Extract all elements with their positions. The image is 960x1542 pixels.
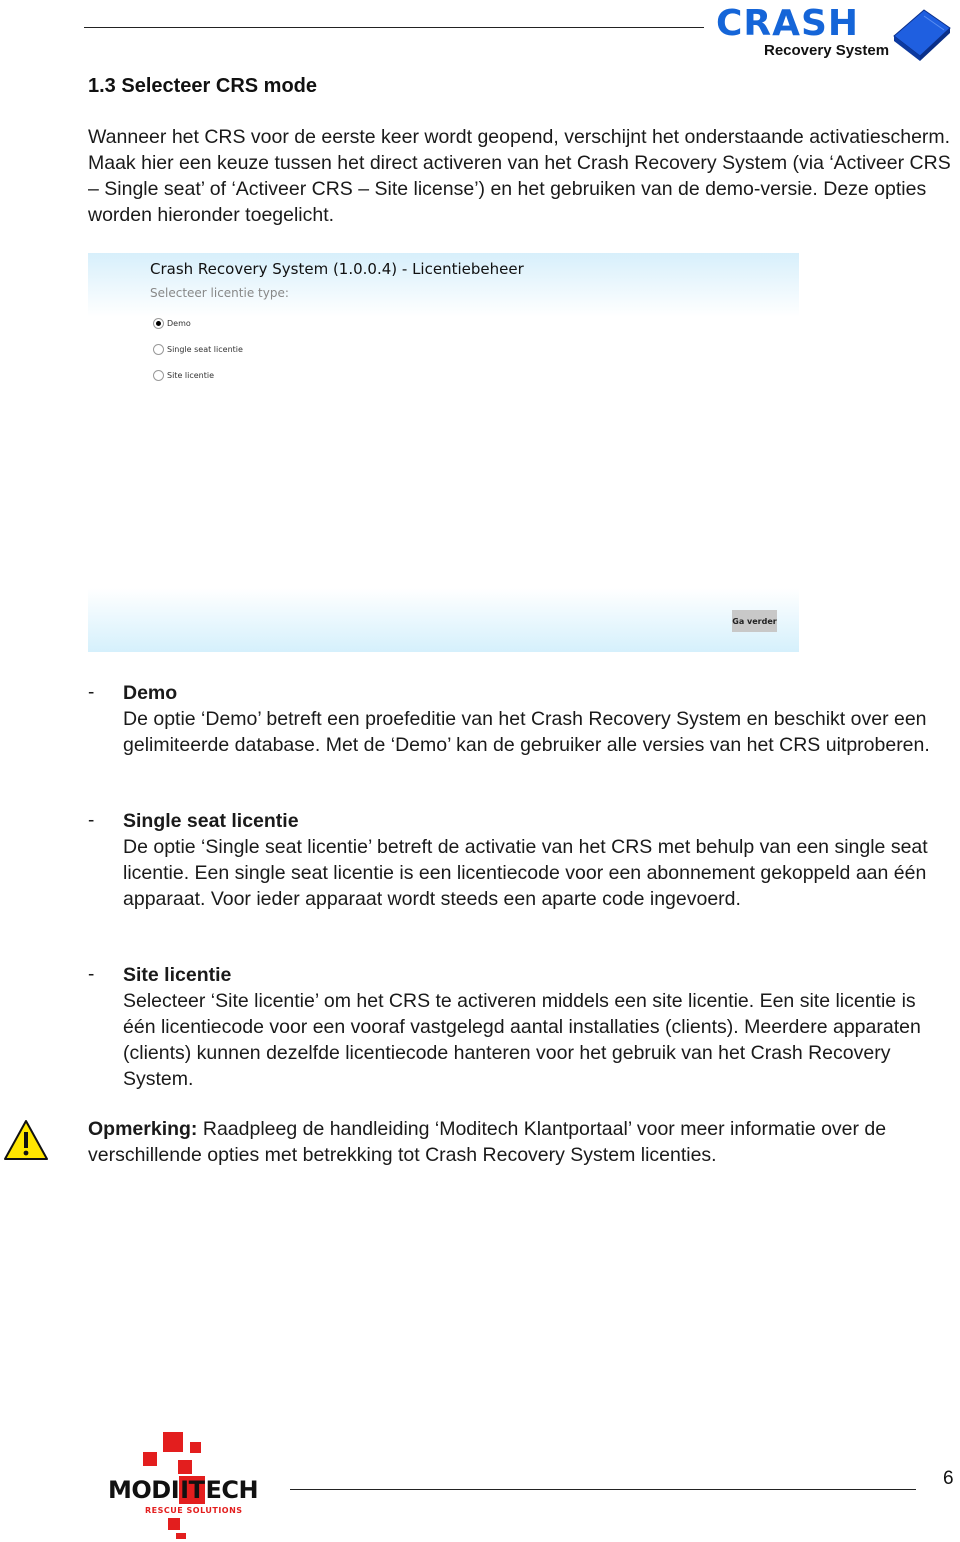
logo-square <box>163 1432 183 1452</box>
crash-recovery-system-logo: CRASH Recovery System <box>714 2 956 66</box>
disk-icon <box>893 9 951 61</box>
note-label: Opmerking: <box>88 1118 198 1140</box>
radio-label: Single seat licentie <box>167 345 243 354</box>
option-description: Selecteer ‘Site licentie’ om het CRS te … <box>123 990 921 1090</box>
logo-square <box>178 1460 192 1474</box>
radio-label: Site licentie <box>167 371 215 380</box>
option-description: De optie ‘Single seat licentie’ betreft … <box>123 836 928 910</box>
bullet: - <box>88 810 95 831</box>
header-rule <box>84 27 704 28</box>
logo-square <box>176 1533 186 1539</box>
radio-option-site[interactable]: Site licentie <box>153 370 214 381</box>
radio-label: Demo <box>167 319 191 328</box>
section-title: 1.3 Selecteer CRS mode <box>88 75 317 97</box>
logo-subtitle: Recovery System <box>764 42 890 59</box>
logo-wordmark: CRASH <box>716 3 860 44</box>
moditech-logo: MODIITECH RESCUE SOLUTIONS <box>108 1430 280 1540</box>
window-title: Crash Recovery System (1.0.0.4) - Licent… <box>150 260 524 278</box>
logo-tagline: RESCUE SOLUTIONS <box>145 1506 243 1515</box>
logo-square <box>190 1442 201 1453</box>
license-manager-screenshot: Crash Recovery System (1.0.0.4) - Licent… <box>88 253 799 652</box>
radio-button-checked-icon[interactable] <box>153 318 164 329</box>
logo-square <box>143 1452 157 1466</box>
logo-brand-text: MODIITECH <box>108 1476 259 1504</box>
page-number: 6 <box>943 1468 954 1489</box>
brand-highlight: IT <box>179 1476 206 1504</box>
option-title: Demo <box>123 682 178 704</box>
continue-button[interactable]: Ga verder <box>732 610 777 632</box>
bullet: - <box>88 964 95 985</box>
bullet: - <box>88 682 95 703</box>
warning-icon <box>4 1120 48 1160</box>
option-title: Site licentie <box>123 964 232 986</box>
brand-suffix: ECH <box>205 1476 259 1504</box>
radio-option-single-seat[interactable]: Single seat licentie <box>153 344 243 355</box>
radio-button-icon[interactable] <box>153 370 164 381</box>
brand-prefix: MODI <box>108 1476 180 1504</box>
note-paragraph: Opmerking: Raadpleeg de handleiding ‘Mod… <box>88 1116 958 1168</box>
intro-paragraph: Wanneer het CRS voor de eerste keer word… <box>88 126 951 226</box>
radio-option-demo[interactable]: Demo <box>153 318 191 329</box>
logo-square <box>168 1518 180 1530</box>
license-type-prompt: Selecteer licentie type: <box>150 286 289 300</box>
note-text: Raadpleeg de handleiding ‘Moditech Klant… <box>88 1118 887 1166</box>
footer-rule <box>290 1489 916 1490</box>
option-title: Single seat licentie <box>123 810 299 832</box>
radio-button-icon[interactable] <box>153 344 164 355</box>
option-description: De optie ‘Demo’ betreft een proefeditie … <box>123 708 930 756</box>
